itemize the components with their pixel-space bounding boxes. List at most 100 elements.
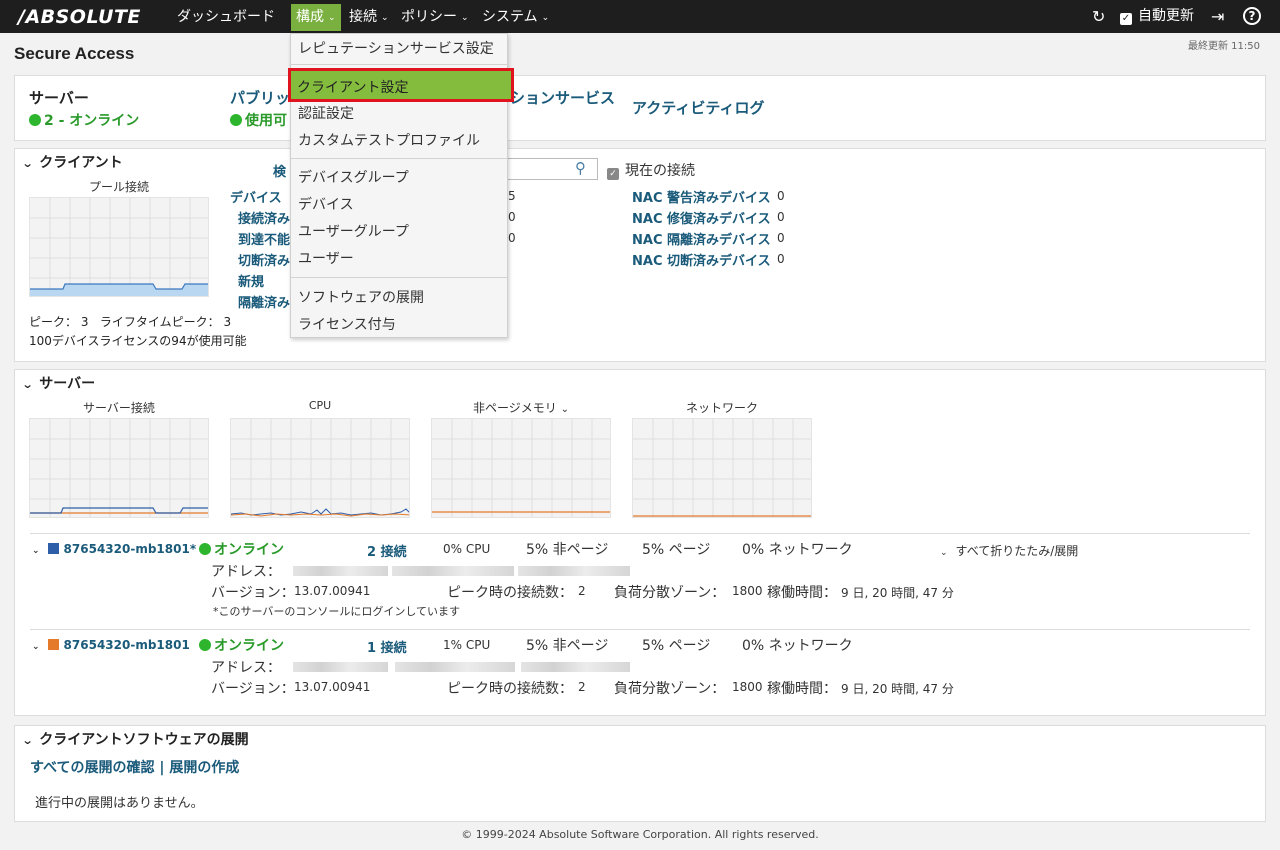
auto-update-toggle[interactable]: ✓ 自動更新: [1120, 0, 1194, 33]
server-summary-status[interactable]: 2 - オンライン: [29, 110, 139, 130]
redacted-address: [392, 566, 514, 576]
server-network: 0% ネットワーク: [742, 542, 853, 558]
nac-quarantined-devices-link[interactable]: NAC 隔離済みデバイス: [632, 229, 771, 248]
menu-item-reputation-service[interactable]: レピュテーションサービス設定: [298, 38, 494, 58]
menu-item-user-groups[interactable]: ユーザーグループ: [298, 221, 409, 241]
menu-separator: [291, 277, 507, 278]
nonpaged-memory-selector[interactable]: 非ページメモリ ⌄: [431, 399, 611, 416]
server-color-swatch: [47, 639, 59, 650]
server-connections-link[interactable]: 2 接続: [367, 541, 407, 560]
server-name-link[interactable]: 87654320-mb1801: [64, 638, 190, 652]
pool-chart-svg: [30, 198, 208, 296]
network-chart-title: ネットワーク: [685, 401, 758, 415]
chevron-down-icon: ⌄: [461, 13, 469, 23]
redacted-address: [293, 662, 388, 672]
menu-item-software-deployment[interactable]: ソフトウェアの展開: [298, 287, 424, 307]
help-icon[interactable]: ?: [1243, 0, 1261, 33]
chevron-down-icon: ⌄: [328, 13, 336, 23]
menu-item-auth-settings[interactable]: 認証設定: [298, 103, 354, 123]
server-name-link[interactable]: 87654320-mb1801*: [64, 542, 197, 556]
address-label: アドレス：: [211, 564, 281, 580]
server-paged: 5% ページ: [642, 542, 711, 558]
absolute-logo[interactable]: /ABSOLUTE: [18, 6, 141, 28]
server-row-toggle[interactable]: ⌄ 87654320-mb1801: [32, 638, 190, 652]
current-connections-toggle[interactable]: ✓ 現在の接続: [607, 160, 695, 180]
version-label: バージョン：: [211, 585, 295, 601]
online-status-icon: [199, 639, 211, 651]
menu-separator: [291, 158, 507, 159]
network-chart: [632, 418, 812, 518]
logout-icon[interactable]: ⇥: [1211, 0, 1224, 33]
nav-config[interactable]: 構成 ⌄: [291, 4, 341, 31]
top-navigation-bar: /ABSOLUTE ダッシュボード 構成 ⌄ 接続 ⌄ ポリシー ⌄ システム ⌄ ↻ …: [0, 0, 1280, 33]
quarantined-devices-link[interactable]: 隔離済み: [238, 292, 290, 311]
nav-policy[interactable]: ポリシー ⌄: [401, 0, 469, 33]
activity-log-link[interactable]: アクティビティログ: [632, 97, 764, 118]
collapse-all-toggle[interactable]: ⌄ すべて折りたたみ/展開: [940, 542, 1078, 559]
clients-section: ⌄ クライアント プール接続 デバイス 接続済み 到達不能 切断済み 新規 隔離済…: [14, 148, 1266, 362]
redacted-address: [518, 566, 630, 576]
version-label: バージョン：: [211, 681, 295, 697]
server-status-text: オンライン: [214, 638, 284, 654]
redacted-address: [521, 662, 630, 672]
menu-item-client-settings-label: クライアント設定: [297, 80, 409, 96]
server-status: オンライン: [199, 635, 284, 655]
nav-connect[interactable]: 接続 ⌄: [349, 0, 389, 33]
deploy-section-header[interactable]: ⌄ クライアントソフトウェアの展開: [21, 729, 249, 749]
menu-item-device-groups[interactable]: デバイスグループ: [298, 167, 409, 187]
servers-section-header[interactable]: ⌄ サーバー: [21, 373, 95, 393]
menu-item-licensing[interactable]: ライセンス付与: [298, 314, 396, 334]
unreachable-devices-link[interactable]: 到達不能: [238, 229, 290, 248]
nav-system[interactable]: システム ⌄: [482, 0, 549, 33]
server-color-swatch: [47, 543, 59, 554]
chevron-down-icon: ⌄: [21, 378, 34, 391]
server-nonpaged: 5% 非ページ: [526, 542, 609, 558]
nav-config-label: 構成: [296, 9, 324, 25]
load-balance-zone-label: 負荷分散ゾーン：: [614, 585, 726, 601]
peak-connections-label: ピーク時の接続数：: [447, 681, 573, 697]
cpu-chart-title: CPU: [308, 399, 332, 412]
server-row-toggle[interactable]: ⌄ 87654320-mb1801*: [32, 542, 196, 556]
divider: [30, 629, 1250, 630]
search-icon[interactable]: ⚲: [575, 159, 586, 177]
nac-disconnected-devices-link[interactable]: NAC 切断済みデバイス: [632, 250, 771, 269]
checkbox-checked-icon[interactable]: ✓: [1120, 13, 1132, 25]
load-balance-zone-value: 1800: [732, 680, 763, 694]
pool-chart-title: プール接続: [88, 180, 149, 194]
devices-link[interactable]: デバイス: [230, 187, 282, 206]
menu-item-client-settings[interactable]: クライアント設定: [288, 68, 514, 102]
chevron-down-icon: ⌄: [21, 157, 34, 170]
new-devices-link[interactable]: 新規: [238, 271, 264, 290]
reputation-service-link[interactable]: ションサービス: [510, 87, 615, 108]
device-count-value: 0: [508, 210, 516, 224]
chevron-down-icon: ⌄: [21, 734, 34, 747]
nac-disconnected-value: 0: [777, 252, 785, 266]
auto-update-label: 自動更新: [1138, 8, 1194, 24]
server-connections-link[interactable]: 1 接続: [367, 637, 407, 656]
refresh-icon[interactable]: ↻: [1092, 0, 1105, 33]
summary-card: サーバー 2 - オンライン パブリック 使用可 ションサービス アクティビティ…: [14, 75, 1266, 141]
menu-item-devices[interactable]: デバイス: [298, 194, 354, 214]
nav-dashboard[interactable]: ダッシュボード: [177, 0, 275, 33]
nac-remediated-devices-link[interactable]: NAC 修復済みデバイス: [632, 208, 771, 227]
menu-item-users[interactable]: ユーザー: [298, 248, 354, 268]
nac-warned-devices-link[interactable]: NAC 警告済みデバイス: [632, 187, 771, 206]
server-nonpaged: 5% 非ページ: [526, 638, 609, 654]
disconnected-devices-link[interactable]: 切断済み: [238, 250, 290, 269]
clients-section-header[interactable]: ⌄ クライアント: [21, 152, 123, 172]
view-all-deployments-link[interactable]: すべての展開の確認: [30, 760, 154, 776]
server-cpu: 1% CPU: [443, 638, 491, 652]
redacted-address: [293, 566, 388, 576]
chevron-down-icon: ⌄: [940, 548, 948, 558]
pool-connection-chart: [29, 197, 209, 297]
version-value: 13.07.00941: [294, 680, 371, 694]
create-deployment-link[interactable]: 展開の作成: [169, 760, 239, 776]
uptime-value: 9 日, 20 時間, 47 分: [841, 682, 954, 696]
connected-devices-link[interactable]: 接続済み: [238, 208, 290, 227]
checkbox-checked-icon[interactable]: ✓: [607, 168, 619, 180]
menu-item-custom-test-profile[interactable]: カスタムテストプロファイル: [298, 130, 480, 150]
search-label: 検: [273, 165, 287, 180]
address-label: アドレス：: [211, 660, 281, 676]
license-text: 100デバイスライセンスの94が使用可能: [29, 334, 247, 348]
chevron-down-icon: ⌄: [381, 13, 389, 23]
